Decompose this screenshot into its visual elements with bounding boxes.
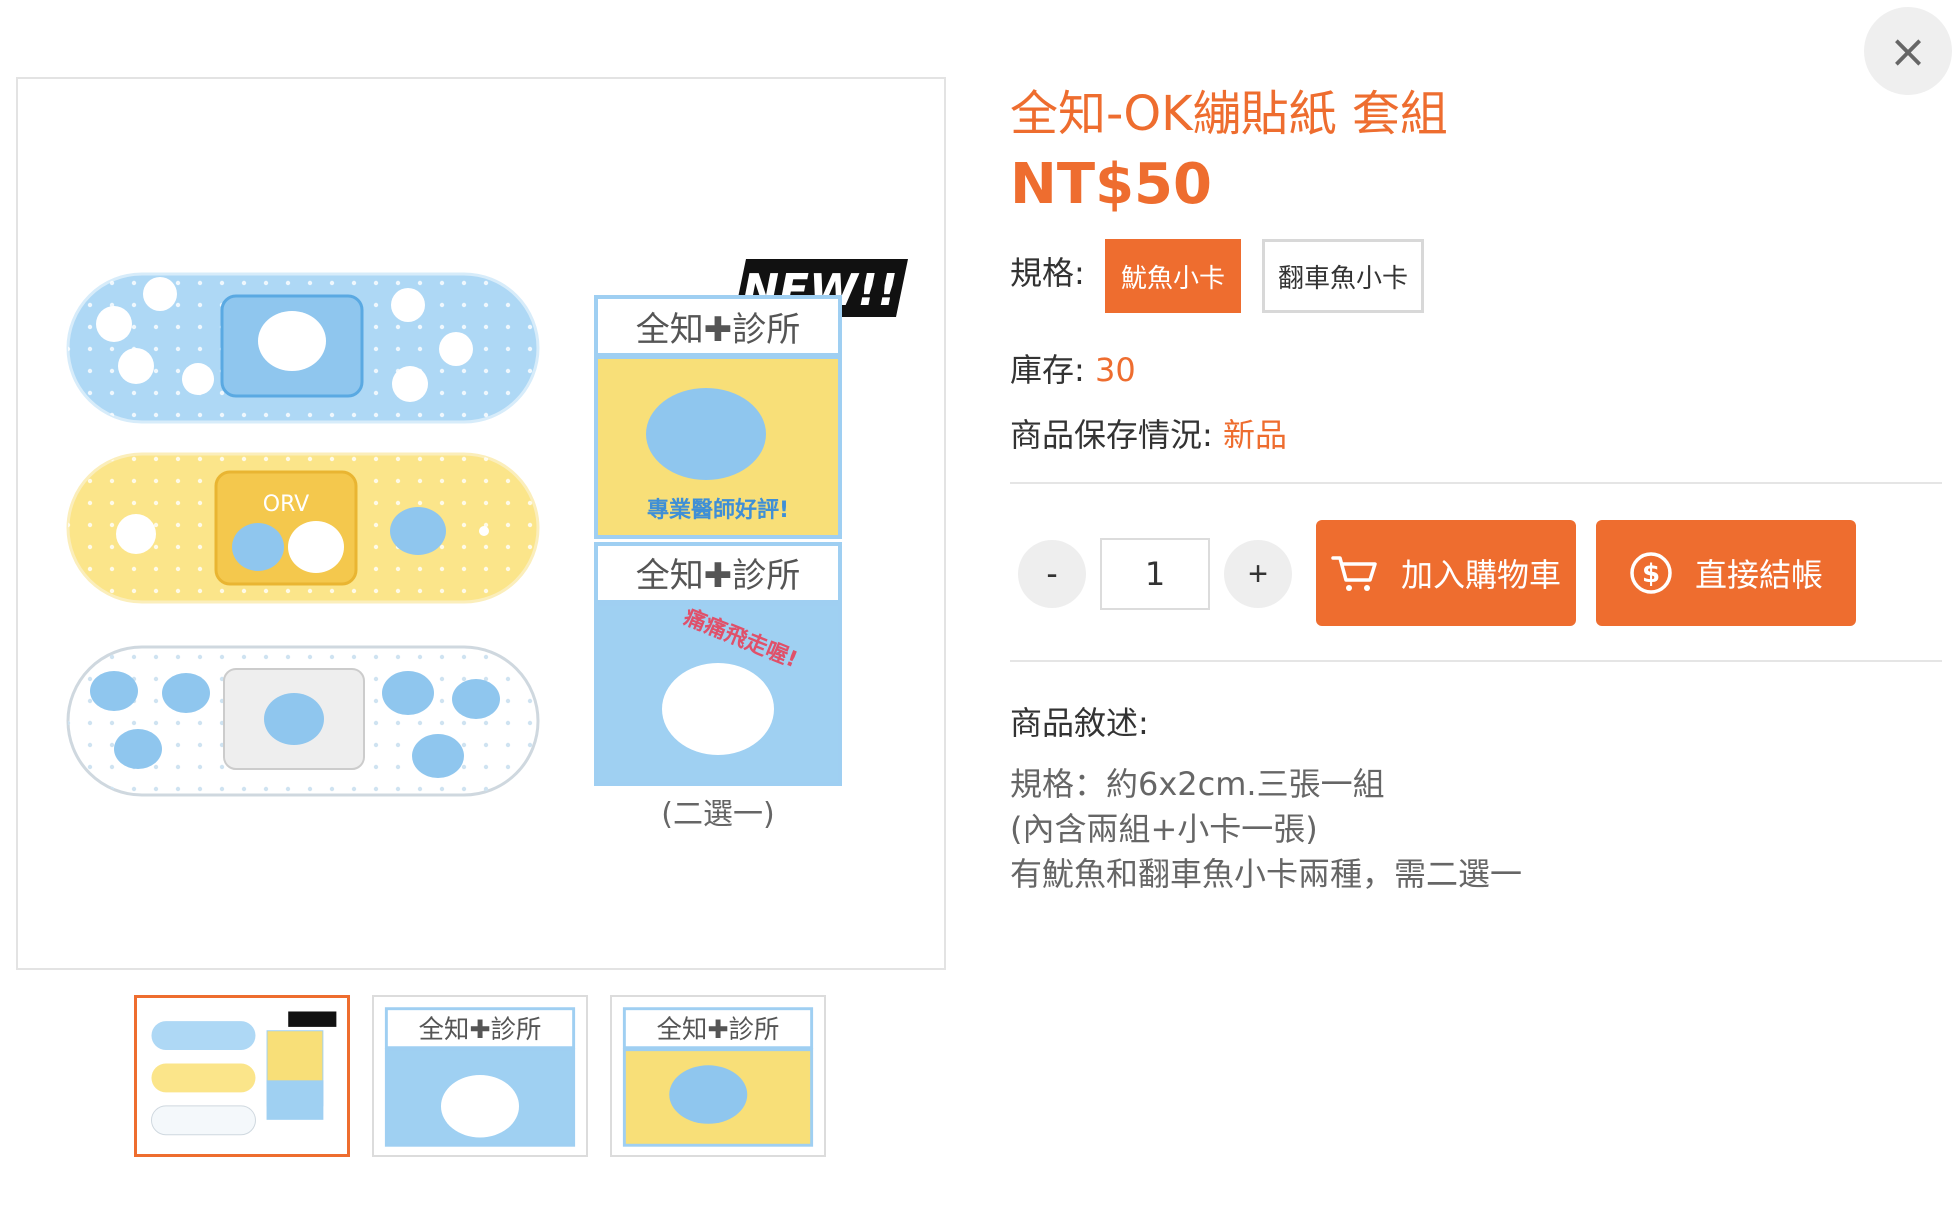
clinic-title-top: 全知✚診所 [636,310,801,350]
stock-value: 30 [1094,351,1136,389]
cart-icon [1331,556,1377,591]
yellow-bandage: ORV [66,452,540,604]
condition-value: 新品 [1222,416,1287,454]
checkout-label: 直接結帳 [1694,556,1823,594]
quantity-increase-button[interactable]: + [1224,540,1292,608]
thumbnail-3[interactable]: 全知✚診所 [610,995,826,1157]
description-line-1: 規格：約6x2cm.三張一組 [1010,765,1385,803]
main-product-image: ORV NEW!! 全知✚診所 專業醫師好評! 全知✚診所 痛痛飛走喔! (二選… [16,77,946,970]
blue-bandage [66,272,540,424]
white-bandage [66,645,540,797]
thumbnail-2[interactable]: 全知✚診所 [372,995,588,1157]
spec-option-sunfish-card[interactable]: 翻車魚小卡 [1262,239,1424,313]
description-text: 規格：約6x2cm.三張一組 (內含兩組+小卡一張) 有魷魚和翻車魚小卡兩種，需… [1010,762,1522,897]
product-title: 全知-OK繃貼紙 套組 [1010,86,1448,142]
product-price: NT$50 [1010,152,1212,217]
dollar-coin-icon: $ [1630,552,1672,594]
checkout-button[interactable]: $ 直接結帳 [1596,520,1856,626]
spec-option-squid-card[interactable]: 魷魚小卡 [1105,239,1241,313]
close-icon: × [1888,24,1928,78]
stock-row: 庫存: 30 [1010,345,1136,391]
choice-note: (二選一) [661,797,774,832]
quantity-input[interactable] [1100,538,1210,610]
close-button[interactable]: × [1864,7,1952,95]
card1-caption: 專業醫師好評! [647,497,789,523]
description-line-2: (內含兩組+小卡一張) [1010,810,1318,848]
card-sunfish: 全知✚診所 痛痛飛走喔! [594,542,842,786]
svg-text:全知✚診所: 全知✚診所 [657,1014,780,1044]
condition-label: 商品保存情況: [1010,416,1213,454]
description-label: 商品敘述: [1010,704,1149,742]
add-to-cart-label: 加入購物車 [1400,556,1561,594]
add-to-cart-button[interactable]: 加入購物車 [1316,520,1576,626]
band-label: ORV [263,492,309,517]
card-squid: 全知✚診所 專業醫師好評! [594,295,842,539]
divider-bottom [1010,660,1942,662]
stock-label: 庫存: [1010,351,1085,389]
svg-text:全知✚診所: 全知✚診所 [419,1014,542,1044]
clinic-title-bottom: 全知✚診所 [636,556,801,596]
thumbnail-1[interactable] [134,995,350,1157]
spec-label: 規格: [1010,254,1085,292]
svg-text:$: $ [1642,559,1660,589]
condition-row: 商品保存情況: 新品 [1010,410,1287,456]
divider-top [1010,482,1942,484]
description-line-3: 有魷魚和翻車魚小卡兩種，需二選一 [1010,855,1523,893]
quantity-decrease-button[interactable]: - [1018,540,1086,608]
